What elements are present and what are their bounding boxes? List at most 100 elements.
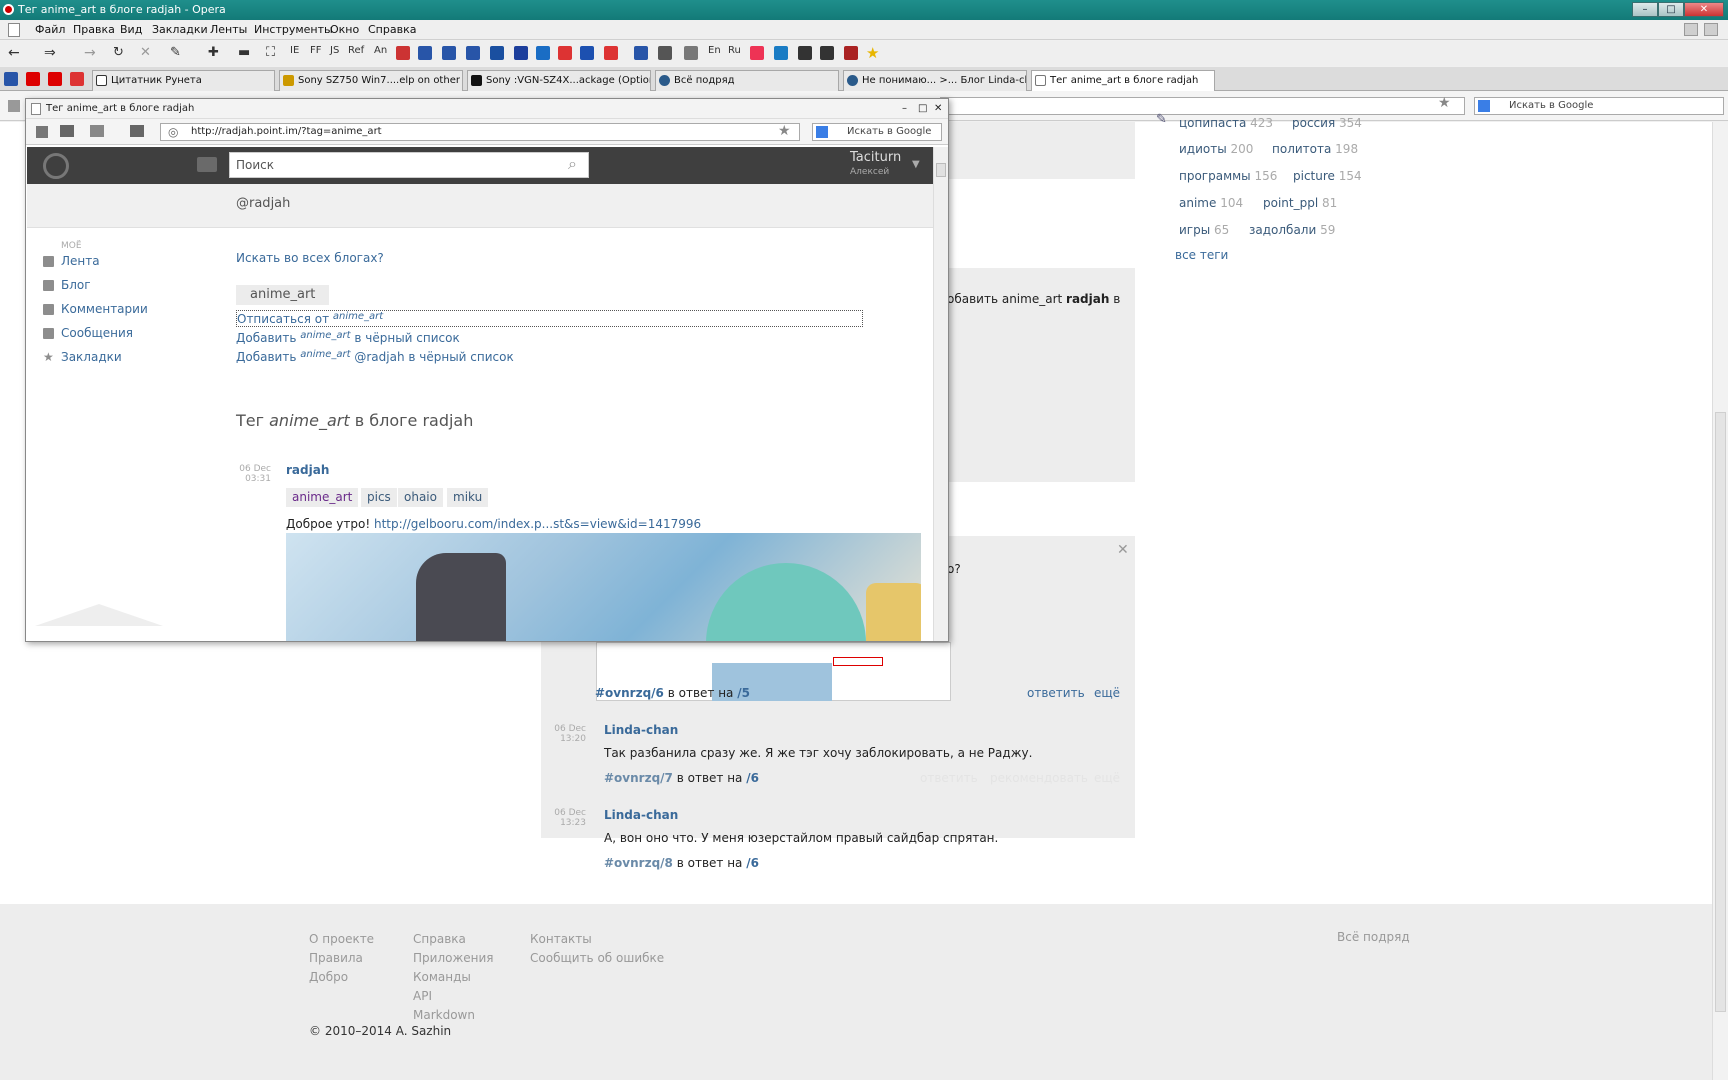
more-button[interactable]: ещё [1094,686,1120,700]
tag-item[interactable]: игры 65 [1179,223,1229,237]
youtube-icon[interactable] [48,72,62,86]
grid-icon[interactable] [536,46,550,60]
window-icon[interactable] [820,46,834,60]
recommend-button[interactable]: рекомендовать [990,771,1088,785]
reply-ref-link[interactable]: /5 [737,686,750,700]
diamond-icon[interactable] [514,46,528,60]
fullscreen-icon[interactable]: ⛶ [266,45,275,61]
post-tag[interactable]: miku [447,488,489,507]
footer-link[interactable]: Справка [413,930,494,949]
fast-forward-icon[interactable]: → [84,45,96,61]
ru-icon[interactable] [490,46,504,60]
post-author[interactable]: radjah [286,463,329,477]
forward-icon[interactable]: ⇒ [44,45,56,61]
sidebar-item-feed[interactable]: Лента [43,254,100,278]
tab-sony-vgn[interactable]: Sony :VGN-SZ4X...ackage (Optional) [467,70,651,91]
post-image[interactable] [286,533,921,641]
point-logo-icon[interactable] [43,153,69,179]
paperclip-icon[interactable] [418,46,432,60]
scrollbar-thumb[interactable] [1715,412,1726,1012]
more-button[interactable]: ещё [1094,771,1120,785]
colorful-icon[interactable] [750,46,764,60]
reply-button[interactable]: ответить [920,771,978,785]
popup-google-search[interactable]: Искать в Google [812,123,942,141]
unsubscribe-link[interactable]: Отписаться от anime_art [237,311,383,326]
site-search-input[interactable]: Поиск [229,152,589,178]
panel-icon[interactable] [36,126,48,138]
shield-icon[interactable] [844,46,858,60]
search-icon[interactable]: ⌕ [568,154,577,174]
youtube-icon[interactable] [26,72,40,86]
tag-item[interactable]: anime 104 [1179,196,1243,210]
menu-bookmarks[interactable]: Закладки [152,23,208,36]
wrench-icon[interactable]: ✎ [170,45,181,61]
footer-link[interactable]: Приложения [413,949,494,968]
post-tag[interactable]: pics [361,488,397,507]
play-icon[interactable] [774,46,788,60]
window-icon[interactable] [798,46,812,60]
menu-edit[interactable]: Правка [73,23,115,36]
menu-file[interactable]: Файл [35,23,65,36]
tag-item[interactable]: задолбали 59 [1249,223,1335,237]
blacklist-tag-link[interactable]: Добавить anime_art в чёрный список [236,330,460,345]
toolbar-ru[interactable]: Ru [728,45,741,61]
footer-link[interactable]: API [413,987,494,1006]
tag-item[interactable]: россия 354 [1292,116,1362,130]
chat-icon[interactable] [197,157,217,172]
close-tab-icon[interactable] [1704,23,1718,36]
footer-link[interactable]: О проекте [309,930,374,949]
tab-linda-chan[interactable]: Не понимаю... >... Блог Linda-chan [843,70,1027,91]
minimize-button[interactable]: – [1632,2,1658,17]
search-all-blogs-link[interactable]: Искать во всех блогах? [236,251,384,265]
tab-citatnik[interactable]: Цитатник Рунета [92,70,275,91]
image-icon[interactable] [90,125,104,137]
footer-link[interactable]: Добро [309,968,374,987]
blacklist-tag-user-link[interactable]: Добавить anime_art @radjah в чёрный спис… [236,349,514,364]
tag-item[interactable]: point_ppl 81 [1263,196,1337,210]
unsubscribe-row[interactable]: Отписаться от anime_art [236,310,863,327]
address-input[interactable] [940,97,1465,115]
tag-item[interactable]: политота 198 [1272,142,1358,156]
post-tag[interactable]: ohaio [398,488,443,507]
toolbar-en[interactable]: En [708,45,721,61]
tag-item[interactable]: цопипаста 423 [1179,116,1273,130]
close-icon[interactable]: ✕ [1117,542,1129,558]
tag-item[interactable]: picture 154 [1293,169,1362,183]
toolbar-an[interactable]: An [374,45,387,61]
all-tags-link[interactable]: все теги [1175,248,1228,262]
footer-link[interactable]: Сообщить об ошибке [530,949,664,968]
menu-tools[interactable]: Инструменты [254,23,333,36]
paperclip-icon[interactable] [4,72,18,86]
print-preview-icon[interactable] [60,125,74,137]
gmail-icon[interactable] [70,72,84,86]
link-icon[interactable] [658,46,672,60]
tag-item[interactable]: программы 156 [1179,169,1277,183]
chevron-down-icon[interactable]: ▼ [912,159,920,170]
comment-author[interactable]: Linda-chan [604,723,678,737]
toolbar-ie[interactable]: IE [290,45,299,61]
paperclip-icon[interactable] [466,46,480,60]
main-google-search[interactable]: Искать в Google [1474,97,1724,115]
mail-icon[interactable] [684,46,698,60]
footer-link[interactable]: Команды [413,968,494,987]
menu-view[interactable]: Вид [120,23,142,36]
toolbar-ff[interactable]: FF [310,45,322,61]
back-icon[interactable]: ← [8,45,20,61]
add-icon[interactable]: ✚ [208,45,219,61]
restore-icon[interactable] [1684,23,1698,36]
menu-help[interactable]: Справка [368,23,416,36]
extension-icon[interactable] [396,46,410,60]
star-badge-icon[interactable] [604,46,618,60]
bookmark-star-icon[interactable]: ★ [1438,95,1451,111]
popup-close-button[interactable]: ✕ [934,99,942,119]
page-scrollbar[interactable] [1712,122,1728,1080]
scrollbar-thumb[interactable] [936,163,946,177]
footer-link[interactable]: Правила [309,949,374,968]
sidebar-item-messages[interactable]: Сообщения [43,326,133,350]
sidebar-item-bookmarks[interactable]: ★ Закладки [43,350,122,374]
toolbar-ref[interactable]: Ref [348,45,364,61]
close-button[interactable]: ✕ [1684,2,1724,17]
star-icon[interactable]: ★ [866,44,879,62]
reply-ref-link[interactable]: /6 [746,856,759,870]
post-tag[interactable]: anime_art [286,488,359,507]
